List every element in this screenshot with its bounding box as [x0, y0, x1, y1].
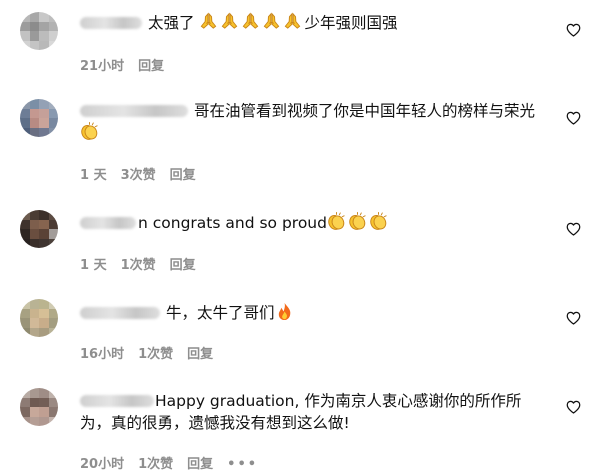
comment-text: 牛，太牛了哥们 [80, 302, 550, 324]
heart-outline-icon[interactable] [566, 23, 581, 37]
heart-outline-icon[interactable] [566, 222, 581, 236]
username-redacted[interactable] [80, 105, 188, 117]
username-redacted[interactable] [80, 17, 142, 29]
fire-emoji [275, 302, 294, 321]
clapping-hands-emoji [348, 212, 367, 231]
heart-outline-icon[interactable] [566, 111, 581, 125]
like-count[interactable]: 1次赞 [138, 457, 173, 472]
avatar[interactable] [20, 99, 58, 137]
heart-outline-icon[interactable] [566, 311, 581, 325]
reply-button[interactable]: 回复 [170, 168, 196, 183]
like-count[interactable]: 3次赞 [121, 168, 156, 183]
folded-hands-emoji [199, 12, 218, 31]
comment-text: 太强了 少年强则国强 [80, 12, 550, 34]
comment-time: 21小时 [80, 59, 125, 74]
like-count[interactable]: 1次赞 [138, 347, 173, 362]
comment-text: 哥在油管看到视频了你是中国年轻人的榜样与荣光 [80, 100, 550, 144]
comment-text: Happy graduation, 作为南京人衷心感谢你的所作所为，真的很勇，遗… [80, 390, 550, 434]
comment-text-main: 牛，太牛了哥们 [166, 304, 275, 322]
folded-hands-emoji [241, 12, 260, 31]
comment-time: 1 天 [80, 168, 107, 183]
heart-outline-icon[interactable] [566, 400, 581, 414]
comment-text: n congrats and so proud [80, 212, 550, 234]
folded-hands-emoji [220, 12, 239, 31]
comment-text-tail: 少年强则国强 [304, 14, 398, 32]
avatar[interactable] [20, 12, 58, 50]
folded-hands-emoji [262, 12, 281, 31]
folded-hands-emoji [283, 12, 302, 31]
comment-text-main: 哥在油管看到视频了你是中国年轻人的榜样与荣光 [194, 102, 536, 120]
username-redacted[interactable] [80, 217, 136, 229]
avatar[interactable] [20, 210, 58, 248]
username-redacted[interactable] [80, 395, 154, 407]
more-options-button[interactable]: ••• [227, 457, 258, 472]
like-count[interactable]: 1次赞 [121, 258, 156, 273]
reply-button[interactable]: 回复 [138, 59, 164, 74]
comment-time: 1 天 [80, 258, 107, 273]
clapping-hands-emoji [80, 122, 99, 141]
clapping-hands-emoji [327, 212, 346, 231]
comment-time: 20小时 [80, 457, 125, 472]
reply-button[interactable]: 回复 [170, 258, 196, 273]
username-redacted[interactable] [80, 307, 160, 319]
reply-button[interactable]: 回复 [187, 457, 213, 472]
reply-button[interactable]: 回复 [187, 347, 213, 362]
comment-time: 16小时 [80, 347, 125, 362]
avatar[interactable] [20, 388, 58, 426]
comment-text-main: 太强了 [148, 14, 195, 32]
avatar[interactable] [20, 299, 58, 337]
comment-text-main: n congrats and so proud [138, 214, 327, 232]
clapping-hands-emoji [369, 212, 388, 231]
